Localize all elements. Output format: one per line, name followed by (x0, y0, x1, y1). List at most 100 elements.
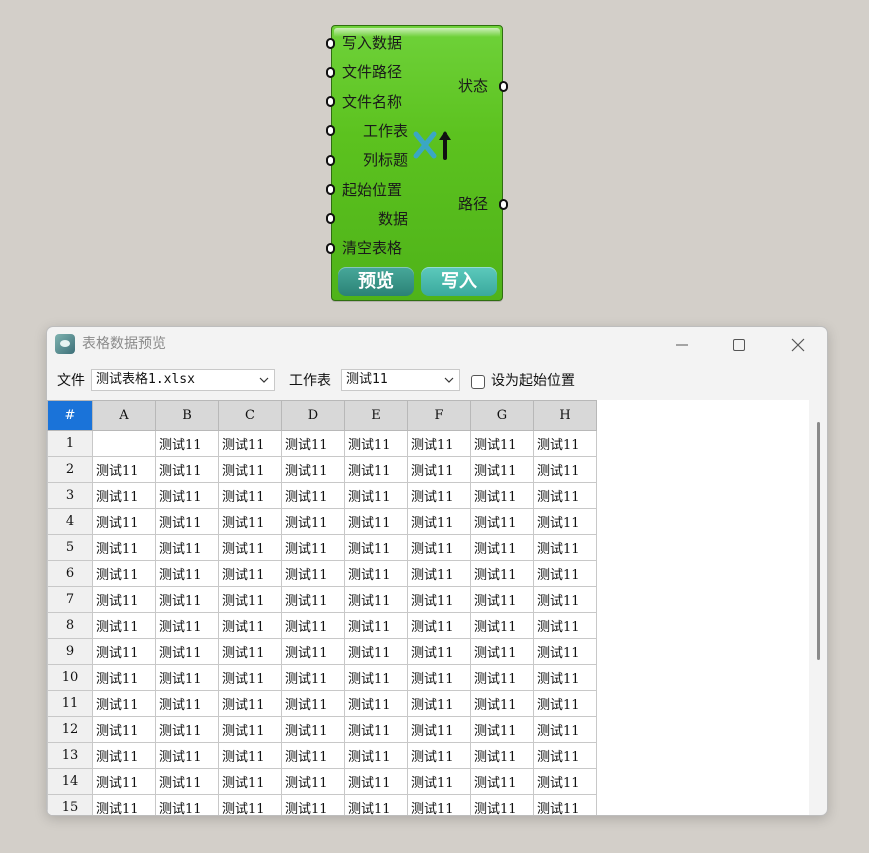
grid-cell[interactable]: 测试11 (470, 716, 534, 743)
grid-cell[interactable]: 测试11 (470, 560, 534, 587)
grid-cell[interactable]: 测试11 (407, 430, 471, 457)
output-param-label[interactable]: 状态 (458, 77, 488, 95)
grid-cell[interactable]: 测试11 (218, 534, 282, 561)
grid-cell[interactable]: 测试11 (533, 768, 597, 795)
grid-cell[interactable]: 测试11 (218, 508, 282, 535)
grid-cell[interactable]: 测试11 (281, 534, 345, 561)
grid-cell[interactable]: 测试11 (218, 716, 282, 743)
input-grip[interactable] (326, 37, 335, 49)
grid-cell[interactable]: 测试11 (281, 638, 345, 665)
grid-cell[interactable]: 测试11 (470, 742, 534, 769)
grid-cell[interactable]: 测试11 (155, 664, 219, 691)
grid-cell[interactable]: 测试11 (533, 742, 597, 769)
grid-cell[interactable]: 测试11 (533, 482, 597, 509)
file-select[interactable]: 测试表格1.xlsx (91, 369, 275, 391)
row-header[interactable]: 2 (47, 456, 93, 483)
grid-cell[interactable]: 测试11 (218, 794, 282, 815)
grid-cell[interactable]: 测试11 (344, 794, 408, 815)
grid-cell[interactable]: 测试11 (281, 716, 345, 743)
grid-cell[interactable]: 测试11 (407, 638, 471, 665)
grid-cell[interactable]: 测试11 (218, 638, 282, 665)
row-header[interactable]: 5 (47, 534, 93, 561)
grid-corner-header[interactable]: # (47, 400, 93, 431)
column-header[interactable]: C (218, 400, 282, 431)
grid-cell[interactable]: 测试11 (470, 638, 534, 665)
grid-cell[interactable] (92, 430, 156, 457)
grid-cell[interactable]: 测试11 (281, 742, 345, 769)
grid-cell[interactable]: 测试11 (533, 716, 597, 743)
grid-cell[interactable]: 测试11 (155, 456, 219, 483)
grid-cell[interactable]: 测试11 (407, 768, 471, 795)
close-button[interactable] (783, 333, 813, 357)
grid-cell[interactable]: 测试11 (218, 430, 282, 457)
input-grip[interactable] (326, 66, 335, 78)
grid-cell[interactable]: 测试11 (92, 638, 156, 665)
grid-cell[interactable]: 测试11 (92, 690, 156, 717)
column-header[interactable]: A (92, 400, 156, 431)
grid-cell[interactable]: 测试11 (533, 638, 597, 665)
grid-cell[interactable]: 测试11 (155, 430, 219, 457)
grid-cell[interactable]: 测试11 (407, 586, 471, 613)
grid-cell[interactable]: 测试11 (533, 456, 597, 483)
input-param-label[interactable]: 文件名称 (342, 93, 408, 111)
grid-cell[interactable]: 测试11 (533, 664, 597, 691)
grid-cell[interactable]: 测试11 (470, 482, 534, 509)
grid-cell[interactable]: 测试11 (218, 482, 282, 509)
grid-cell[interactable]: 测试11 (344, 560, 408, 587)
data-grid-area[interactable]: # A B C D E F G H 1 测试11 测试11 测试11 测试11 测试11 测试11 测试11 2… (47, 400, 809, 815)
grid-cell[interactable]: 测试11 (344, 482, 408, 509)
input-param-label[interactable]: 起始位置 (342, 181, 408, 199)
grid-cell[interactable]: 测试11 (281, 456, 345, 483)
grid-cell[interactable]: 测试11 (155, 534, 219, 561)
grid-cell[interactable]: 测试11 (92, 534, 156, 561)
grid-cell[interactable]: 测试11 (92, 716, 156, 743)
grid-cell[interactable]: 测试11 (344, 664, 408, 691)
grid-cell[interactable]: 测试11 (281, 508, 345, 535)
grid-cell[interactable]: 测试11 (470, 534, 534, 561)
preview-button[interactable]: 预览 (338, 267, 414, 296)
output-grip[interactable] (499, 80, 508, 92)
grid-cell[interactable]: 测试11 (218, 456, 282, 483)
grid-cell[interactable]: 测试11 (281, 794, 345, 815)
row-header[interactable]: 14 (47, 768, 93, 795)
grid-cell[interactable]: 测试11 (344, 430, 408, 457)
grid-cell[interactable]: 测试11 (407, 456, 471, 483)
grid-cell[interactable]: 测试11 (470, 456, 534, 483)
grasshopper-component[interactable]: 写入数据 文件路径 文件名称 工作表 列标题 起始位置 数据 清空表格 状态 路径 预览 写入 (326, 25, 508, 301)
grid-cell[interactable]: 测试11 (533, 560, 597, 587)
grid-cell[interactable]: 测试11 (281, 586, 345, 613)
set-start-position-checkbox[interactable] (471, 375, 485, 389)
input-param-label[interactable]: 列标题 (342, 151, 408, 169)
grid-cell[interactable]: 测试11 (344, 742, 408, 769)
grid-cell[interactable]: 测试11 (470, 794, 534, 815)
grid-cell[interactable]: 测试11 (281, 560, 345, 587)
grid-cell[interactable]: 测试11 (92, 664, 156, 691)
grid-cell[interactable]: 测试11 (407, 716, 471, 743)
grid-cell[interactable]: 测试11 (155, 638, 219, 665)
write-button[interactable]: 写入 (421, 267, 497, 296)
output-param-label[interactable]: 路径 (458, 195, 488, 213)
grid-cell[interactable]: 测试11 (218, 586, 282, 613)
grid-cell[interactable]: 测试11 (407, 690, 471, 717)
grid-cell[interactable]: 测试11 (407, 560, 471, 587)
grid-cell[interactable]: 测试11 (281, 612, 345, 639)
grid-cell[interactable]: 测试11 (407, 664, 471, 691)
grid-cell[interactable]: 测试11 (344, 638, 408, 665)
grid-cell[interactable]: 测试11 (407, 794, 471, 815)
grid-cell[interactable]: 测试11 (155, 742, 219, 769)
row-header[interactable]: 12 (47, 716, 93, 743)
grid-cell[interactable]: 测试11 (533, 534, 597, 561)
grid-cell[interactable]: 测试11 (407, 612, 471, 639)
grid-cell[interactable]: 测试11 (407, 534, 471, 561)
row-header[interactable]: 4 (47, 508, 93, 535)
window-titlebar[interactable]: 表格数据预览 (47, 327, 827, 363)
row-header[interactable]: 15 (47, 794, 93, 815)
grid-cell[interactable]: 测试11 (281, 690, 345, 717)
row-header[interactable]: 11 (47, 690, 93, 717)
grid-cell[interactable]: 测试11 (92, 560, 156, 587)
grid-cell[interactable]: 测试11 (92, 612, 156, 639)
input-grip[interactable] (326, 154, 335, 166)
input-param-label[interactable]: 文件路径 (342, 63, 408, 81)
grid-cell[interactable]: 测试11 (470, 612, 534, 639)
grid-cell[interactable]: 测试11 (470, 768, 534, 795)
